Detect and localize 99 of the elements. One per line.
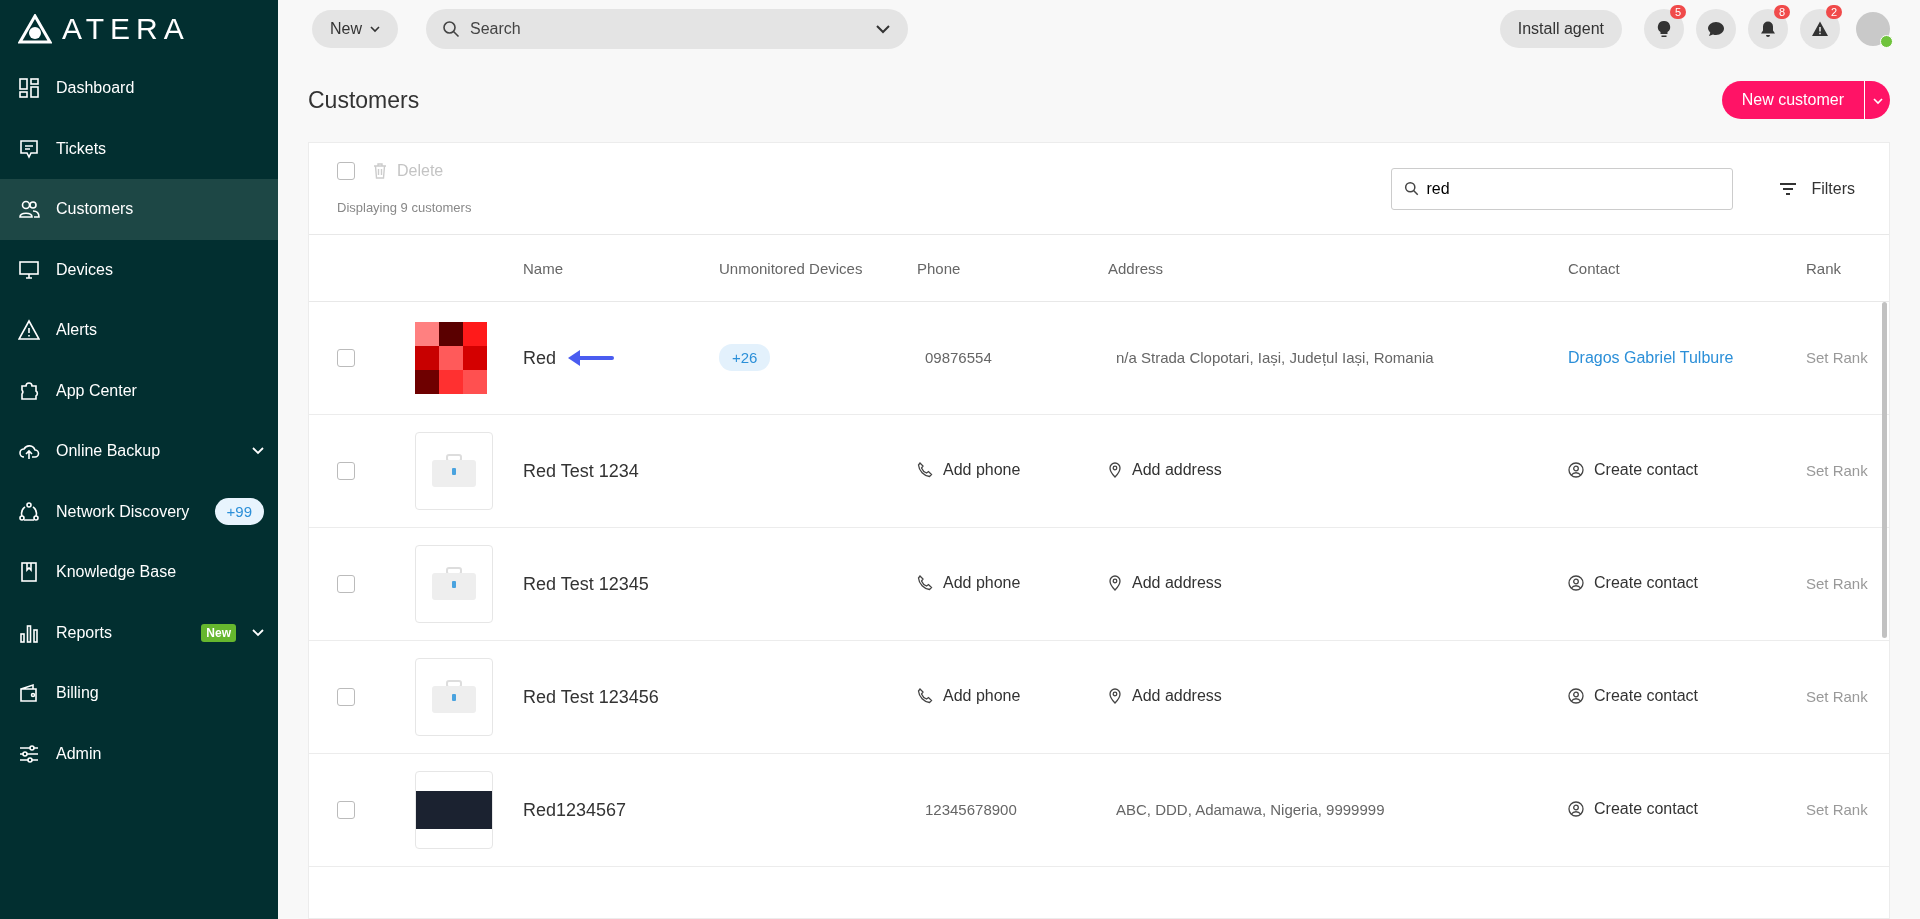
avatar[interactable] — [1856, 12, 1890, 46]
new-button[interactable]: New — [312, 10, 398, 48]
sidebar-item[interactable]: Admin — [0, 723, 278, 784]
phone-number: 09876554 — [924, 349, 992, 366]
location-pin-icon — [1108, 574, 1122, 591]
network-icon — [18, 500, 40, 523]
dashboard-icon — [18, 77, 40, 100]
people-icon — [18, 198, 40, 221]
column-header: Name — [523, 259, 564, 277]
sidebar-item[interactable]: Customers — [0, 179, 278, 240]
phone-icon — [917, 461, 933, 478]
search-icon — [1404, 180, 1420, 196]
row-checkbox[interactable] — [337, 462, 355, 480]
sliders-icon — [18, 742, 40, 765]
add-phone-link[interactable]: Add phone — [917, 686, 1021, 705]
sidebar-item[interactable]: Network Discovery +99 — [0, 481, 278, 542]
bell-icon — [1759, 20, 1777, 38]
filters-button[interactable]: Filters — [1773, 178, 1861, 199]
briefcase-icon — [431, 567, 477, 601]
select-all-checkbox[interactable] — [337, 162, 355, 180]
row-checkbox[interactable] — [337, 575, 355, 593]
wallet-icon — [18, 682, 40, 705]
sidebar-item[interactable]: Alerts — [0, 300, 278, 361]
result-count: Displaying 9 customers — [337, 200, 473, 215]
add-address-link[interactable]: Add address — [1108, 460, 1222, 479]
new-customer-button[interactable]: New customer — [1721, 81, 1864, 119]
chevron-down-icon — [370, 25, 380, 33]
sidebar-item[interactable]: Devices — [0, 239, 278, 300]
logo-icon — [18, 14, 52, 44]
trash-icon — [373, 163, 387, 179]
logo-text: ATERA — [62, 12, 190, 46]
dropdown-button[interactable] — [1864, 81, 1890, 119]
count-badge: +99 — [214, 498, 264, 526]
chevron-down-icon — [1872, 97, 1883, 105]
search-icon — [442, 20, 460, 38]
row-checkbox[interactable] — [337, 801, 355, 819]
user-icon — [1568, 574, 1584, 591]
briefcase-icon — [431, 454, 477, 488]
puzzle-icon — [18, 379, 40, 402]
user-icon — [1568, 461, 1584, 478]
chat-icon — [1707, 20, 1725, 38]
bulb-icon — [1655, 20, 1673, 38]
count-badge: 5 — [1670, 5, 1686, 19]
row-checkbox[interactable] — [337, 688, 355, 706]
create-contact-link[interactable]: Create contact — [1568, 460, 1699, 479]
address-text: ABC, DDD, Adamawa, Nigeria, 9999999 — [1115, 801, 1385, 818]
scrollbar[interactable] — [1882, 302, 1887, 638]
add-phone-link[interactable]: Add phone — [917, 460, 1021, 479]
chat-button[interactable] — [1696, 9, 1736, 49]
warning-icon — [18, 319, 40, 342]
count-badge: 2 — [1826, 5, 1842, 19]
column-header: Contact — [1568, 259, 1621, 277]
add-address-link[interactable]: Add address — [1108, 573, 1222, 592]
chevron-down-icon[interactable] — [876, 25, 890, 34]
add-address-link[interactable]: Add address — [1108, 686, 1222, 705]
address-text: n/a Strada Clopotari, Iași, Județul Iași, Romania — [1115, 349, 1434, 366]
sidebar-item[interactable]: Reports New — [0, 602, 278, 663]
column-header: Unmonitored Devices — [719, 259, 864, 277]
user-icon — [1568, 687, 1584, 704]
customer-name[interactable]: Red Test 1234 — [523, 460, 639, 482]
briefcase-icon — [431, 680, 477, 714]
book-icon — [18, 561, 40, 584]
sidebar-item[interactable]: App Center — [0, 360, 278, 421]
sidebar-item[interactable]: Tickets — [0, 118, 278, 179]
create-contact-link[interactable]: Create contact — [1568, 573, 1699, 592]
sidebar-item[interactable]: Billing — [0, 663, 278, 724]
user-icon — [1568, 800, 1584, 817]
create-contact-link[interactable]: Create contact — [1568, 799, 1699, 818]
phone-icon — [917, 574, 933, 591]
alert-icon — [1811, 20, 1829, 38]
customer-name[interactable]: Red1234567 — [523, 799, 627, 821]
contact-link[interactable]: Dragos Gabriel Tulbure — [1568, 349, 1734, 366]
location-pin-icon — [1108, 687, 1122, 704]
online-dot — [1880, 35, 1893, 48]
install-agent-button[interactable]: Install agent — [1499, 10, 1622, 48]
count-badge: 8 — [1774, 5, 1790, 19]
filter-search-field[interactable]: red — [1391, 167, 1734, 210]
phone-icon — [917, 687, 933, 704]
create-contact-link[interactable]: Create contact — [1568, 686, 1699, 705]
sidebar-item[interactable]: Knowledge Base — [0, 542, 278, 603]
customer-name[interactable]: Red Test 12345 — [523, 573, 649, 595]
filter-icon — [1779, 181, 1798, 196]
new-tag: New — [201, 623, 236, 642]
sidebar-item[interactable]: Dashboard — [0, 58, 278, 119]
sidebar-item[interactable]: Online Backup — [0, 421, 278, 482]
customer-name[interactable]: Red — [523, 347, 557, 369]
column-header: Rank — [1806, 259, 1843, 277]
customer-name[interactable]: Red Test 123456 — [523, 686, 659, 708]
add-phone-link[interactable]: Add phone — [917, 573, 1021, 592]
phone-number: 12345678900 — [924, 801, 1017, 818]
monitor-icon — [18, 258, 40, 281]
ticket-icon — [18, 137, 40, 160]
logo-image — [415, 322, 487, 394]
search-field[interactable]: Search — [426, 9, 908, 49]
location-pin-icon — [1108, 461, 1122, 478]
page-title: Customers — [308, 86, 420, 114]
row-checkbox[interactable] — [337, 349, 355, 367]
column-header: Address — [1108, 259, 1165, 277]
column-header: Phone — [917, 259, 962, 277]
